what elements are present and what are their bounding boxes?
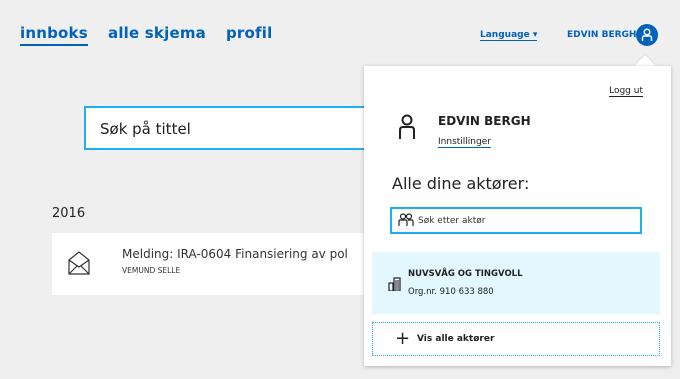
organization-number: Org.nr. 910 633 880 bbox=[408, 287, 494, 297]
message-sender: VEMUND SELLE bbox=[122, 266, 181, 275]
nav-alle-skjema[interactable]: alle skjema bbox=[108, 24, 206, 42]
envelope-icon bbox=[68, 251, 90, 275]
panel-user-name: EDVIN BERGH bbox=[438, 114, 531, 128]
user-avatar-icon[interactable] bbox=[636, 24, 658, 46]
plus-icon: + bbox=[395, 328, 411, 349]
top-navigation: innboks alle skjema profil Language ▾ ED… bbox=[0, 0, 680, 64]
organization-item[interactable]: NUVSVÅG OG TINGVOLL Org.nr. 910 633 880 bbox=[372, 252, 660, 314]
organization-name: NUVSVÅG OG TINGVOLL bbox=[408, 269, 523, 279]
show-all-label: Vis alle aktører bbox=[417, 334, 495, 344]
nav-innboks[interactable]: innboks bbox=[20, 24, 88, 46]
settings-link[interactable]: Innstillinger bbox=[438, 137, 491, 148]
person-icon bbox=[399, 114, 415, 139]
search-placeholder: Søk på tittel bbox=[100, 120, 191, 138]
year-heading: 2016 bbox=[52, 206, 86, 221]
user-dropdown-panel: Logg ut EDVIN BERGH Innstillinger Alle d… bbox=[364, 66, 671, 366]
message-item[interactable]: Melding: IRA-0604 Finansiering av pol VE… bbox=[52, 233, 382, 295]
logout-link[interactable]: Logg ut bbox=[609, 86, 643, 97]
building-icon bbox=[388, 277, 401, 291]
people-icon bbox=[398, 213, 414, 226]
message-title: Melding: IRA-0604 Finansiering av pol bbox=[122, 247, 348, 261]
nav-profil[interactable]: profil bbox=[226, 24, 272, 42]
language-dropdown[interactable]: Language ▾ bbox=[480, 30, 538, 41]
show-all-actors-button[interactable]: + Vis alle aktører bbox=[372, 322, 660, 356]
actor-search-input[interactable]: Søk etter aktør bbox=[390, 207, 642, 234]
user-menu-name[interactable]: EDVIN BERGH bbox=[567, 30, 636, 40]
search-input[interactable]: Søk på tittel bbox=[84, 106, 384, 150]
actor-search-placeholder: Søk etter aktør bbox=[418, 216, 486, 226]
actors-heading: Alle dine aktører: bbox=[392, 174, 530, 193]
